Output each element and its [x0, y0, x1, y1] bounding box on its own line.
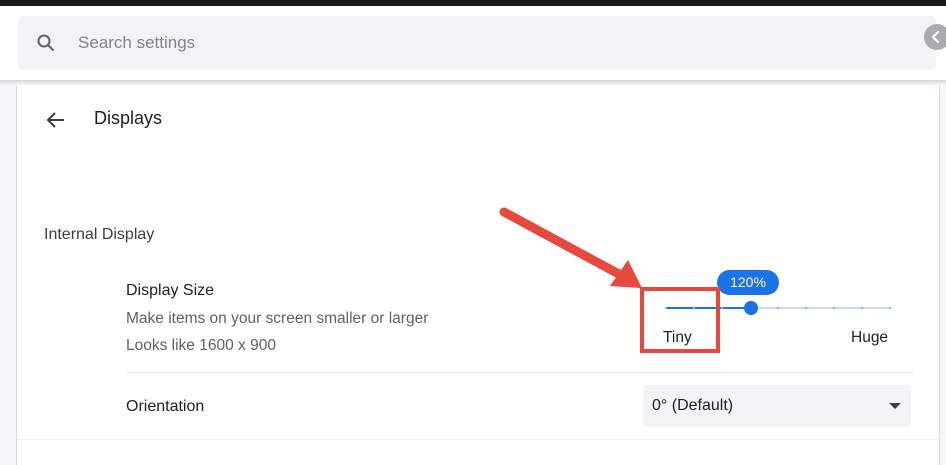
- page-title: Displays: [94, 108, 163, 128]
- back-button[interactable]: [43, 107, 69, 133]
- collapse-button[interactable]: [924, 24, 946, 50]
- slider-tick: [861, 307, 863, 309]
- slider-tick: [889, 307, 891, 309]
- section-title: Internal Display: [44, 226, 155, 243]
- orientation-value: 0° (Default): [652, 397, 734, 414]
- slider-tick: [777, 307, 779, 309]
- orientation-label: Orientation: [126, 398, 205, 415]
- row-divider: [126, 372, 914, 373]
- orientation-select[interactable]: 0° (Default): [643, 385, 911, 427]
- search-icon: [36, 33, 56, 53]
- display-size-resolution: Looks like 1600 x 900: [126, 337, 276, 354]
- slider-tick: [833, 307, 835, 309]
- chevron-left-icon: [931, 30, 940, 44]
- search-box[interactable]: [18, 16, 936, 70]
- slider-value-bubble: 120%: [717, 270, 779, 295]
- slider-tick: [805, 307, 807, 309]
- slider-max-label: Huge: [851, 329, 889, 346]
- search-input[interactable]: [78, 30, 678, 56]
- arrow-back-icon: [46, 112, 64, 128]
- next-row-divider: [17, 439, 939, 440]
- displays-card: Displays Internal Display Display Size M…: [16, 85, 940, 465]
- caret-down-icon: [889, 403, 901, 409]
- slider-thumb[interactable]: [744, 301, 758, 315]
- annotation-arrow-icon: [499, 207, 642, 288]
- display-size-description: Make items on your screen smaller or lar…: [126, 310, 429, 327]
- settings-header: [0, 6, 946, 80]
- slider-tick: [721, 307, 723, 309]
- display-size-label: Display Size: [126, 282, 215, 299]
